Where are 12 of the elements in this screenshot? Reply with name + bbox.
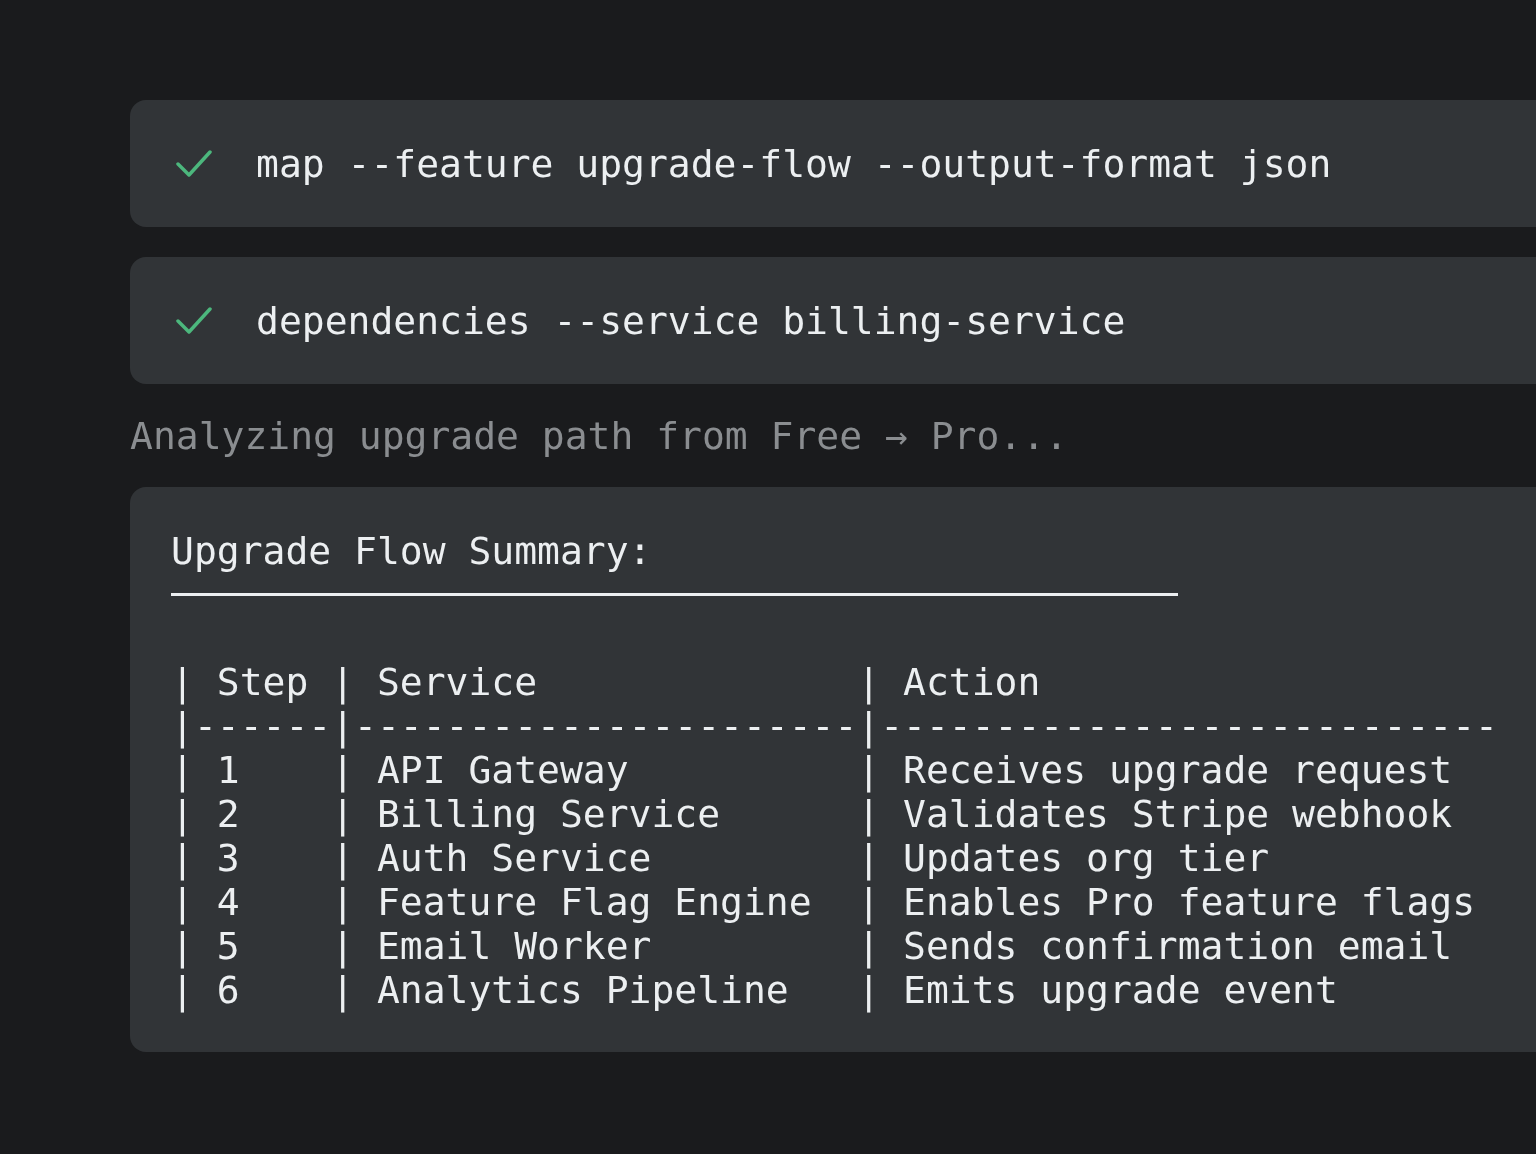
table-line: |------|----------------------|--------------------------- <box>171 704 1498 748</box>
table-line: | 6 | Analytics Pipeline | Emits upgrade event <box>171 968 1338 1012</box>
progress-message: Analyzing upgrade path from Free → Pro... <box>130 413 1068 458</box>
table-line: | 5 | Email Worker | Sends confirmation email <box>171 924 1453 968</box>
summary-title: Upgrade Flow Summary: <box>171 529 652 573</box>
table-line: | 4 | Feature Flag Engine | Enables Pro feature flags <box>171 880 1476 924</box>
table-line: | Step | Service | Action <box>171 660 1041 704</box>
table-line: | 1 | API Gateway | Receives upgrade request <box>171 748 1453 792</box>
table-line: | 3 | Auth Service | Updates org tier <box>171 836 1270 880</box>
command-text: map --feature upgrade-flow --output-format json <box>256 141 1332 186</box>
table-line: | 2 | Billing Service | Validates Stripe webhook <box>171 792 1453 836</box>
command-text: dependencies --service billing-service <box>256 298 1126 343</box>
